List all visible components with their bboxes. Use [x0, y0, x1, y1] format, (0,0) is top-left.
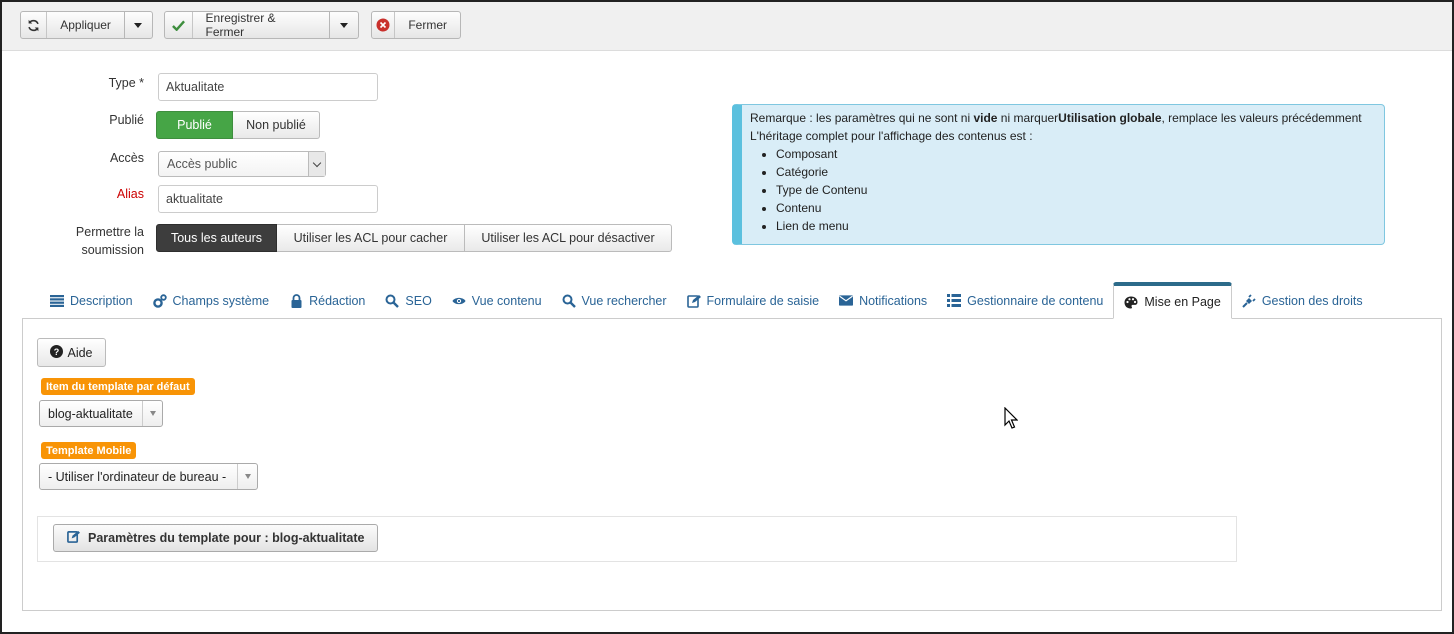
submission-option-acl-hide[interactable]: Utiliser les ACL pour cacher [277, 224, 465, 252]
help-button[interactable]: ? Aide [37, 338, 106, 367]
alias-label: Alias [116, 187, 144, 201]
tab-content-manager[interactable]: Gestionnaire de contenu [937, 282, 1113, 319]
tab-bar: Description Champs système Rédaction SEO… [40, 282, 1373, 319]
mobile-template-select[interactable]: - Utiliser l'ordinateur de bureau - [39, 463, 258, 490]
envelope-icon [839, 294, 854, 308]
list-item: Type de Contenu [776, 181, 1376, 199]
save-close-dropdown-toggle[interactable] [328, 12, 358, 38]
list-item: Lien de menu [776, 217, 1376, 235]
save-close-label: Enregistrer & Fermer [205, 11, 276, 39]
tab-notifications[interactable]: Notifications [829, 282, 937, 319]
note-text: ni marquer [997, 111, 1059, 125]
list-item: Contenu [776, 199, 1376, 217]
cancel-icon [372, 12, 396, 38]
note-line-2: L'héritage complet pour l'affichage des … [750, 129, 1033, 143]
search-icon [562, 294, 576, 308]
default-template-select[interactable]: blog-aktualitate [39, 400, 163, 427]
tab-label: Vue contenu [471, 293, 542, 308]
template-params-label: Paramètres du template pour : blog-aktua… [88, 531, 365, 545]
mobile-template-value: - Utiliser l'ordinateur de bureau - [48, 469, 227, 484]
eye-icon [452, 294, 466, 308]
close-button[interactable]: Fermer [371, 11, 461, 39]
default-template-value: blog-aktualitate [48, 406, 133, 421]
edit-icon [67, 530, 80, 546]
tab-input-form[interactable]: Formulaire de saisie [677, 282, 830, 319]
apply-dropdown-toggle[interactable] [123, 12, 152, 38]
note-bold-empty: vide [973, 111, 998, 125]
search-icon [385, 294, 400, 308]
tab-label: Gestion des droits [1261, 293, 1363, 308]
published-option-yes[interactable]: Publié [156, 111, 233, 139]
plug-icon [1242, 293, 1256, 308]
tab-label: Description [70, 293, 133, 308]
chevron-down-icon [237, 464, 257, 489]
note-text: , remplace les valeurs précédemment [1161, 111, 1362, 125]
submission-label-line2: soumission [81, 243, 144, 257]
default-template-label: Item du template par défaut [41, 378, 195, 395]
chevron-down-icon [142, 401, 162, 426]
type-label: Type * [108, 76, 144, 90]
tab-system-fields[interactable]: Champs système [143, 282, 280, 319]
check-icon [165, 12, 193, 38]
note-text: Remarque : les paramètres qui ne sont ni [750, 111, 974, 125]
template-params-button[interactable]: Paramètres du template pour : blog-aktua… [53, 524, 379, 552]
submission-toggle: Tous les auteurs Utiliser les ACL pour c… [156, 224, 672, 252]
tab-content-view[interactable]: Vue contenu [442, 282, 552, 319]
list-item: Catégorie [776, 163, 1376, 181]
toolbar: Appliquer Enregistrer & Fermer Fermer [2, 2, 1452, 51]
refresh-icon [21, 12, 48, 38]
alias-field[interactable]: aktualitate [158, 185, 378, 213]
svg-text:?: ? [54, 347, 60, 357]
list-item: Composant [776, 145, 1376, 163]
caret-down-icon [339, 22, 348, 28]
tab-permissions[interactable]: Gestion des droits [1232, 282, 1373, 319]
inheritance-list: Composant Catégorie Type de Contenu Cont… [750, 145, 1376, 235]
access-value: Accès public [167, 157, 238, 171]
access-select[interactable]: Accès public [158, 151, 326, 177]
tab-label: SEO [405, 293, 432, 308]
note-bold-global: Utilisation globale [1058, 111, 1162, 125]
mouse-cursor-icon [1004, 406, 1019, 432]
caret-down-icon [134, 22, 143, 28]
list-icon [50, 294, 64, 308]
palette-icon [1124, 295, 1138, 309]
lock-icon [289, 293, 303, 308]
list-view-icon [947, 294, 962, 308]
access-label: Accès [109, 151, 144, 165]
apply-button[interactable]: Appliquer [20, 11, 153, 39]
save-close-button[interactable]: Enregistrer & Fermer [164, 11, 359, 39]
submission-label: Permettre la soumission [76, 223, 144, 259]
tab-description[interactable]: Description [40, 282, 143, 319]
tab-seo[interactable]: SEO [375, 282, 441, 319]
tab-label: Rédaction [309, 293, 366, 308]
edit-icon [686, 294, 701, 308]
cogs-icon [152, 293, 167, 308]
note-line-1: Remarque : les paramètres qui ne sont ni… [750, 109, 1376, 127]
tab-label: Formulaire de saisie [706, 293, 820, 308]
tab-label: Mise en Page [1144, 295, 1221, 309]
tab-editing[interactable]: Rédaction [279, 282, 375, 319]
close-label: Fermer [408, 18, 447, 32]
question-circle-icon: ? [50, 344, 64, 361]
submission-option-all-authors[interactable]: Tous les auteurs [156, 224, 277, 252]
tab-label: Gestionnaire de contenu [967, 293, 1104, 308]
type-field[interactable]: Aktualitate [158, 73, 378, 101]
submission-label-line1: Permettre la [75, 225, 144, 239]
tab-label: Champs système [172, 293, 270, 308]
tab-label: Vue rechercher [581, 293, 667, 308]
mobile-template-label: Template Mobile [41, 442, 137, 459]
published-toggle: Publié Non publié [156, 111, 320, 139]
apply-label: Appliquer [60, 18, 111, 32]
tab-layout[interactable]: Mise en Page [1113, 282, 1232, 319]
window: Appliquer Enregistrer & Fermer Fermer Ty… [0, 0, 1454, 634]
tab-label: Notifications [859, 293, 928, 308]
tab-search-view[interactable]: Vue rechercher [552, 282, 677, 319]
chevron-down-icon [308, 152, 325, 176]
inheritance-note: Remarque : les paramètres qui ne sont ni… [732, 104, 1385, 245]
help-label: Aide [67, 345, 93, 360]
published-option-no[interactable]: Non publié [233, 111, 320, 139]
submission-option-acl-disable[interactable]: Utiliser les ACL pour désactiver [465, 224, 672, 252]
published-label: Publié [109, 113, 144, 127]
